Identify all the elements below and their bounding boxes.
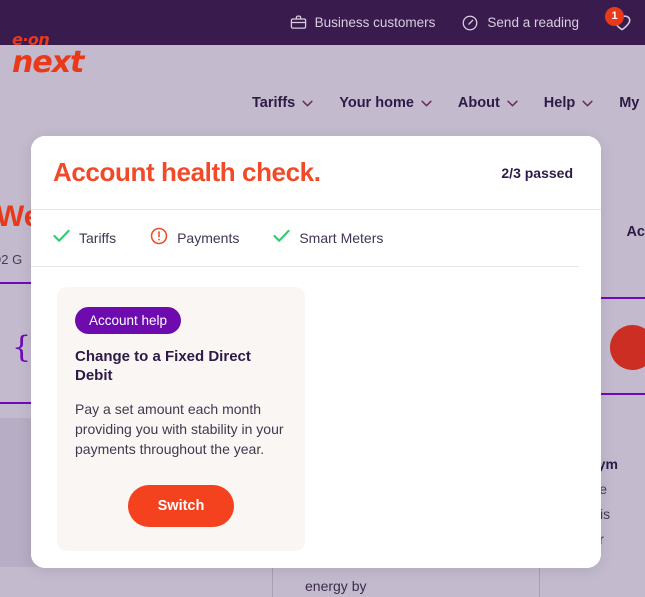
business-customers-link[interactable]: Business customers xyxy=(290,14,436,31)
favourites-badge-count: 1 xyxy=(605,6,624,26)
logo-next-text: next xyxy=(12,45,84,80)
health-status-row: Tariffs Payments Smart Meters xyxy=(31,210,579,267)
eon-next-logo[interactable]: e·on next xyxy=(12,32,108,84)
chevron-right-icon xyxy=(581,335,597,369)
chevron-down-icon xyxy=(582,100,593,106)
main-nav: Tariffs Your home About Help My xyxy=(252,95,639,111)
help-card-title: Change to a Fixed Direct Debit xyxy=(75,348,251,384)
background-right-heading: Ac xyxy=(626,224,645,240)
chevron-down-icon xyxy=(507,100,518,106)
check-icon xyxy=(273,229,290,248)
switch-button[interactable]: Switch xyxy=(127,484,235,527)
status-badge: 2/3 passed xyxy=(501,164,573,181)
status-item-payments[interactable]: Payments xyxy=(150,227,239,250)
status-item-smart-meters[interactable]: Smart Meters xyxy=(273,229,383,248)
send-a-reading-label: Send a reading xyxy=(487,15,579,30)
nav-item-tariffs[interactable]: Tariffs xyxy=(252,95,313,111)
status-item-tariffs[interactable]: Tariffs xyxy=(53,229,116,248)
alert-circle-icon xyxy=(150,227,168,250)
nav-item-my-account-label: My xyxy=(619,95,640,111)
account-health-check-modal: Account health check. 2/3 passed Tariffs xyxy=(31,136,601,568)
business-customers-label: Business customers xyxy=(314,15,436,30)
carousel-next-button[interactable] xyxy=(580,332,602,372)
status-item-payments-label: Payments xyxy=(177,230,240,246)
status-item-tariffs-label: Tariffs xyxy=(79,230,117,246)
favourites-button[interactable]: 1 xyxy=(605,6,639,39)
help-card-actions: Switch xyxy=(75,484,287,527)
app-screen: We 92 G { Ac xt paym payme ment is s aft… xyxy=(0,0,645,597)
nav-item-tariffs-label: Tariffs xyxy=(252,95,296,111)
status-item-smart-meters-label: Smart Meters xyxy=(299,230,384,246)
background-account-number: 92 G xyxy=(0,252,23,267)
chevron-down-icon xyxy=(421,100,432,106)
help-card-body: Pay a set amount each month providing yo… xyxy=(75,400,284,457)
background-squiggle-glyph: { xyxy=(12,330,32,365)
chevron-down-icon xyxy=(302,100,313,106)
briefcase-icon xyxy=(290,14,307,31)
nav-item-about-label: About xyxy=(457,95,500,111)
nav-item-help-label: Help xyxy=(543,95,576,111)
nav-item-your-home[interactable]: Your home xyxy=(339,95,432,111)
nav-item-my-account[interactable]: My xyxy=(619,95,639,111)
help-card-carousel: Account help Change to a Fixed Direct De… xyxy=(31,267,601,551)
modal-inner: Account health check. 2/3 passed Tariffs xyxy=(31,136,601,568)
help-card: Account help Change to a Fixed Direct De… xyxy=(57,287,305,551)
nav-item-about[interactable]: About xyxy=(458,95,518,111)
nav-item-your-home-label: Your home xyxy=(339,95,414,111)
page-title: Account health check. xyxy=(53,157,321,187)
background-bottom-text: energy by xyxy=(305,578,367,594)
modal-header: Account health check. 2/3 passed xyxy=(31,136,601,210)
nav-item-help[interactable]: Help xyxy=(544,95,593,111)
gauge-icon xyxy=(461,14,479,32)
account-help-badge[interactable]: Account help xyxy=(75,307,182,334)
send-a-reading-link[interactable]: Send a reading xyxy=(461,14,579,32)
check-icon xyxy=(53,229,70,248)
